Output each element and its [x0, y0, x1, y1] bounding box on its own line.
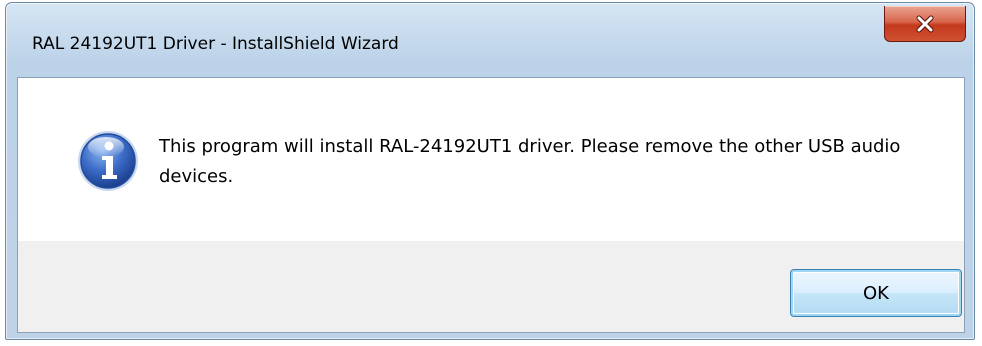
window-title: RAL 24192UT1 Driver - InstallShield Wiza…	[32, 34, 399, 54]
title-bar[interactable]: RAL 24192UT1 Driver - InstallShield Wiza…	[6, 3, 974, 75]
dialog-content: This program will install RAL-24192UT1 d…	[17, 77, 965, 333]
dialog-window: RAL 24192UT1 Driver - InstallShield Wiza…	[5, 2, 975, 340]
close-x-icon	[915, 15, 935, 33]
ok-button[interactable]: OK	[790, 269, 962, 317]
message-text: This program will install RAL-24192UT1 d…	[159, 136, 901, 187]
message-area: This program will install RAL-24192UT1 d…	[18, 78, 964, 241]
close-button[interactable]	[884, 6, 966, 42]
information-icon	[76, 129, 140, 193]
